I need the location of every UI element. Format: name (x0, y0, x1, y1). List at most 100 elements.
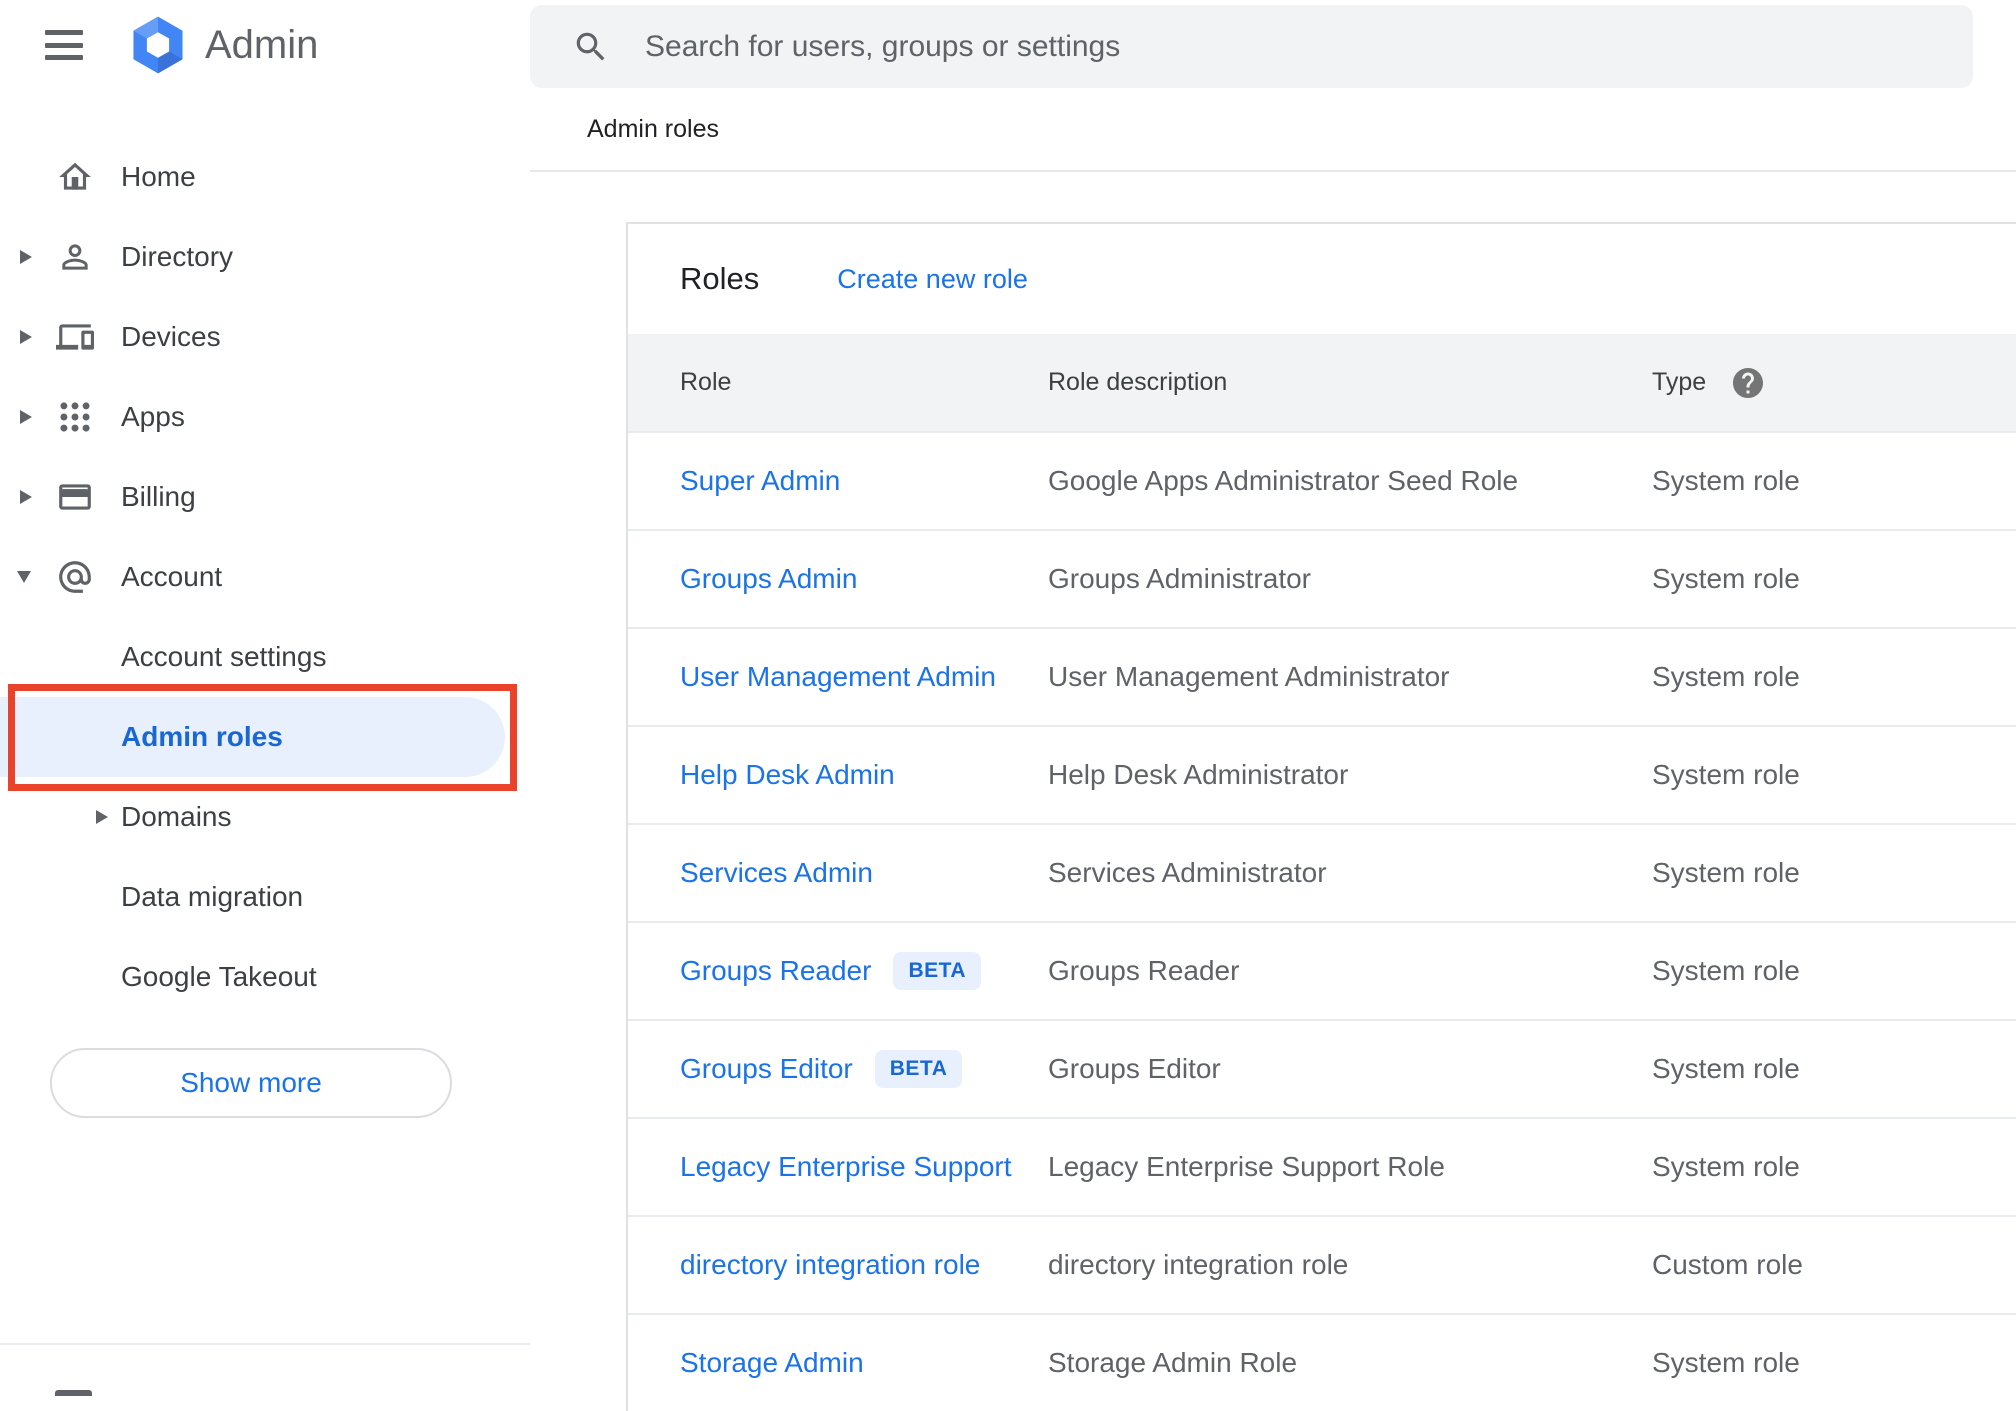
column-header-description: Role description (1048, 368, 1228, 396)
expand-arrow-icon (20, 490, 32, 504)
table-row: Legacy Enterprise Support Legacy Enterpri… (628, 1117, 2016, 1215)
sidebar-header: Admin (0, 0, 530, 90)
role-link[interactable]: Groups Reader (680, 955, 871, 987)
role-type: System role (1652, 955, 1800, 986)
role-type: System role (1652, 661, 1800, 692)
role-description: Groups Administrator (1048, 563, 1311, 594)
role-link[interactable]: Help Desk Admin (680, 759, 895, 791)
role-cell: Groups Admin (680, 563, 1048, 595)
role-description: User Management Administrator (1048, 661, 1450, 692)
role-link[interactable]: Groups Admin (680, 563, 857, 595)
role-link[interactable]: User Management Admin (680, 661, 996, 693)
role-link[interactable]: Super Admin (680, 465, 840, 497)
sidebar-item-directory[interactable]: Directory (0, 217, 530, 297)
beta-badge: BETA (874, 1050, 963, 1088)
role-cell: Storage Admin (680, 1347, 1048, 1379)
role-type: System role (1652, 1151, 1800, 1182)
table-row: Groups Editor BETA Groups Editor System rol… (628, 1019, 2016, 1117)
roles-card: Roles Create new role Role Role descript… (626, 222, 2016, 1411)
sidebar-item-home[interactable]: Home (0, 137, 530, 217)
show-more-button[interactable]: Show more (50, 1048, 452, 1118)
table-header-row: Role Role description Type (628, 334, 2016, 431)
sidebar-item-data-migration[interactable]: Data migration (0, 857, 530, 937)
table-row: Services Admin Services Administrator Syst… (628, 823, 2016, 921)
table-row: directory integration role directory inte… (628, 1215, 2016, 1313)
create-new-role-link[interactable]: Create new role (837, 264, 1028, 295)
table-row: User Management Admin User Management Adm… (628, 627, 2016, 725)
sidebar-item-account-settings[interactable]: Account settings (0, 617, 530, 697)
search-icon (576, 32, 605, 60)
role-link[interactable]: Groups Editor (680, 1053, 853, 1085)
app-name: Admin (205, 22, 319, 67)
person-icon (56, 238, 94, 276)
home-icon (56, 158, 94, 196)
sidebar-item-google-takeout[interactable]: Google Takeout (0, 937, 530, 1017)
role-type: System role (1652, 1347, 1800, 1378)
table-row: Storage Admin Storage Admin Role System ro… (628, 1313, 2016, 1411)
role-type: System role (1652, 759, 1800, 790)
column-header-type: Type (1652, 368, 1707, 396)
role-description: Google Apps Administrator Seed Role (1048, 465, 1519, 496)
at-icon (56, 558, 94, 596)
expand-arrow-icon (20, 410, 32, 424)
role-cell: Super Admin (680, 465, 1048, 497)
role-description: Services Administrator (1048, 857, 1327, 888)
role-description: Help Desk Administrator (1048, 759, 1349, 790)
role-link[interactable]: Storage Admin (680, 1347, 864, 1379)
role-type: System role (1652, 563, 1800, 594)
page-title: Roles (680, 261, 760, 296)
beta-badge: BETA (893, 952, 982, 990)
sidebar-nav: Home Directory Devices Apps Billing Acco… (0, 137, 530, 1017)
admin-hexagon-icon (133, 16, 183, 74)
breadcrumb: Admin roles (587, 114, 719, 143)
role-type: System role (1652, 1053, 1800, 1084)
role-link[interactable]: Services Admin (680, 857, 873, 889)
table-row: Groups Admin Groups Administrator System r… (628, 529, 2016, 627)
devices-icon (56, 318, 94, 356)
expand-arrow-icon (20, 330, 32, 344)
sidebar-item-devices[interactable]: Devices (0, 297, 530, 377)
roles-card-header: Roles Create new role (628, 224, 2016, 334)
collapse-arrow-icon (17, 571, 31, 583)
breadcrumb-bar: Admin roles (530, 88, 2016, 172)
role-type: System role (1652, 465, 1800, 496)
role-description: Groups Editor (1048, 1053, 1221, 1084)
role-type: Custom role (1652, 1249, 1803, 1280)
role-description: Groups Reader (1048, 955, 1240, 986)
expand-arrow-icon (20, 250, 32, 264)
sidebar-item-account[interactable]: Account (0, 537, 530, 617)
table-body: Super Admin Google Apps Administrator See… (628, 431, 2016, 1411)
apps-icon (56, 398, 94, 436)
help-icon[interactable] (1730, 365, 1766, 401)
role-link[interactable]: Legacy Enterprise Support (680, 1151, 1012, 1183)
role-cell: Groups Reader BETA (680, 952, 1048, 990)
cutoff-bottom-icon (55, 1390, 92, 1396)
role-cell: Help Desk Admin (680, 759, 1048, 791)
expand-arrow-icon (96, 810, 108, 824)
role-description: Legacy Enterprise Support Role (1048, 1151, 1445, 1182)
admin-logo[interactable]: Admin (127, 14, 318, 76)
column-header-role: Role (680, 368, 732, 396)
sidebar-item-domains[interactable]: Domains (0, 777, 530, 857)
main-content: Search for users, groups or settings Adm… (530, 0, 2016, 1411)
sidebar-item-apps[interactable]: Apps (0, 377, 530, 457)
search-placeholder: Search for users, groups or settings (645, 29, 1121, 63)
sidebar: Admin Home Directory Devices Apps Billin… (0, 0, 530, 1396)
role-description: directory integration role (1048, 1249, 1349, 1280)
sidebar-item-billing[interactable]: Billing (0, 457, 530, 537)
role-cell: Services Admin (680, 857, 1048, 889)
hamburger-menu-icon[interactable] (45, 30, 83, 60)
role-cell: Groups Editor BETA (680, 1050, 1048, 1088)
table-row: Super Admin Google Apps Administrator See… (628, 431, 2016, 529)
role-cell: directory integration role (680, 1249, 1048, 1281)
search-input[interactable]: Search for users, groups or settings (530, 5, 1973, 88)
role-link[interactable]: directory integration role (680, 1249, 980, 1281)
sidebar-item-admin-roles[interactable]: Admin roles (0, 697, 530, 777)
role-cell: User Management Admin (680, 661, 1048, 693)
card-icon (56, 478, 94, 516)
role-type: System role (1652, 857, 1800, 888)
table-row: Help Desk Admin Help Desk Administrator Sy… (628, 725, 2016, 823)
sidebar-divider (0, 1343, 530, 1345)
table-row: Groups Reader BETA Groups Reader System rol… (628, 921, 2016, 1019)
role-description: Storage Admin Role (1048, 1347, 1298, 1378)
